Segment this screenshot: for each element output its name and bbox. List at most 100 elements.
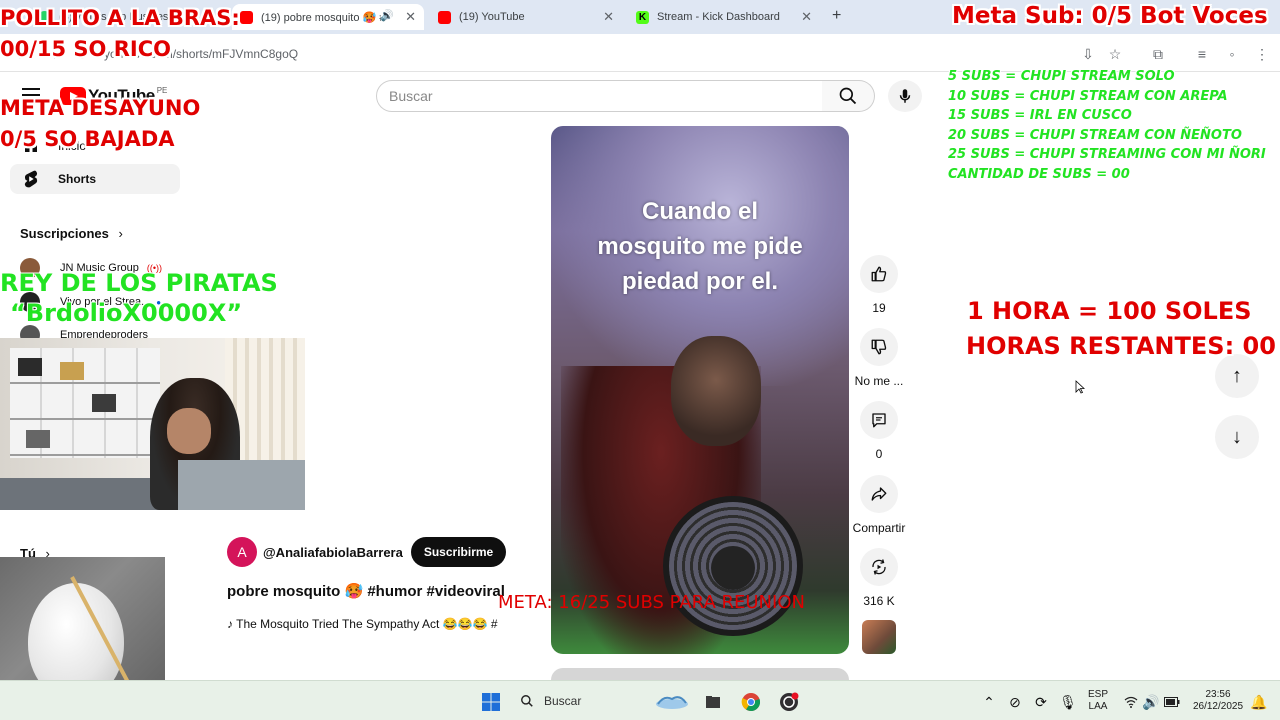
windows-taskbar: Buscar ⌃ ⊘ ⟳ 🎙 ESP LAA 🔊 23:56 26/12/202… xyxy=(0,680,1280,720)
remix-icon xyxy=(872,559,886,575)
remix-count: 316 K xyxy=(863,594,895,608)
sync-icon[interactable]: ⟳ xyxy=(1030,691,1052,713)
webcam-streamer-face xyxy=(167,408,211,454)
webcam-laptop xyxy=(178,460,305,510)
tab-title: (19) YouTube xyxy=(459,11,525,23)
new-tab-icon[interactable]: + xyxy=(832,7,841,25)
overlay-meta-desayuno: META DESAYUNO 0/5 SO BAJADA xyxy=(0,93,200,155)
music-label: The Mosquito Tried The Sympathy Act 😂😂😂 … xyxy=(236,617,498,631)
wifi-icon[interactable] xyxy=(1120,691,1142,713)
voice-search-button[interactable] xyxy=(888,80,922,112)
microphone-tray-icon[interactable]: 🎙 xyxy=(1057,691,1079,713)
overlay-line: 15 SUBS = IRL EN CUSCO xyxy=(948,108,1132,124)
more-menu-icon[interactable]: ⋮ xyxy=(1254,46,1270,62)
overlay-line: 0/5 SO BAJADA xyxy=(0,127,175,151)
search-box xyxy=(376,80,823,112)
tab-kick-dashboard[interactable]: K Stream - Kick Dashboard ✕ xyxy=(628,4,820,30)
overlay-pollito-goal: POLLITO A LA BRAS: 00/15 SO RICO xyxy=(0,3,240,65)
share-button[interactable] xyxy=(860,475,898,513)
windows-start-icon[interactable] xyxy=(480,691,502,713)
search-icon xyxy=(839,87,857,105)
webcam-item xyxy=(18,358,42,376)
widgets-icon[interactable] xyxy=(652,691,692,713)
overlay-line: POLLITO A LA BRAS: xyxy=(0,6,240,30)
video-fan-hub xyxy=(711,546,755,590)
shorts-icon xyxy=(22,170,40,188)
overlay-line: “BrdolioX0000X” xyxy=(10,299,243,327)
kick-icon: K xyxy=(636,10,649,24)
arrow-down-icon: ↓ xyxy=(1232,425,1242,448)
tab-title: Stream - Kick Dashboard xyxy=(657,11,780,23)
show-hidden-icons[interactable]: ⌃ xyxy=(978,691,1000,713)
tab-pobre-mosquito[interactable]: (19) pobre mosquito 🥵 #h 🔊 ✕ xyxy=(232,4,424,30)
music-note-icon: ♪ xyxy=(227,617,237,631)
webcam-item xyxy=(26,430,50,448)
microphone-icon xyxy=(899,89,911,103)
chrome-icon[interactable] xyxy=(740,691,762,713)
profile-icon[interactable]: ◦ xyxy=(1224,46,1240,62)
clock[interactable]: 23:56 26/12/2025 xyxy=(1190,689,1246,713)
overlay-subs-goals: 5 SUBS = CHUPI STREAM SOLO 10 SUBS = CHU… xyxy=(948,67,1266,185)
bookmark-star-icon[interactable]: ☆ xyxy=(1107,46,1123,62)
taskbar-search[interactable]: Buscar xyxy=(512,688,642,714)
close-tab-icon[interactable]: ✕ xyxy=(405,9,416,25)
sound-thumbnail[interactable] xyxy=(862,620,896,654)
share-icon xyxy=(871,487,887,501)
remix-button[interactable] xyxy=(860,548,898,586)
like-button[interactable] xyxy=(860,255,898,293)
close-tab-icon[interactable]: ✕ xyxy=(801,9,812,25)
sidebar-item-shorts[interactable]: Shorts xyxy=(10,164,180,194)
share-action[interactable]: Compartir xyxy=(852,475,906,535)
overlay-line: 10 SUBS = CHUPI STREAM CON AREPA xyxy=(948,88,1228,104)
youtube-icon xyxy=(240,10,253,24)
overlay-line: 00/15 SO RICO xyxy=(0,37,171,61)
overlay-line: REY DE LOS PIRATAS xyxy=(0,269,278,297)
install-app-icon[interactable]: ⇩ xyxy=(1080,46,1096,62)
close-tab-icon[interactable]: ✕ xyxy=(603,9,614,25)
speaker-icon[interactable]: 🔊 xyxy=(380,9,394,22)
subscriptions-label: Suscripciones xyxy=(20,226,109,241)
overlay-rey-piratas: REY DE LOS PIRATAS “BrdolioX0000X” xyxy=(0,268,278,328)
dislike-action[interactable]: No me ... xyxy=(852,328,906,388)
short-video-player[interactable]: Cuando el mosquito me pide piedad por el… xyxy=(551,126,849,654)
channel-avatar[interactable]: A xyxy=(227,537,257,567)
overlay-line: HORAS RESTANTES: 00 xyxy=(966,332,1276,360)
subscribe-button[interactable]: Suscribirme xyxy=(410,537,507,567)
volume-icon[interactable]: 🔊 xyxy=(1140,691,1162,713)
subscriptions-title[interactable]: Suscripciones › xyxy=(20,226,123,241)
language-code: ESP xyxy=(1088,689,1109,700)
like-count: 19 xyxy=(872,301,886,315)
search-icon xyxy=(521,695,533,707)
overlay-line: 1 HORA = 100 SOLES xyxy=(967,297,1252,325)
comments-action[interactable]: 0 xyxy=(852,401,906,461)
chevron-right-icon: › xyxy=(118,226,123,241)
overlay-line: 5 SUBS = CHUPI STREAM SOLO xyxy=(948,69,1175,84)
extensions-icon[interactable]: ⧉ xyxy=(1150,46,1166,62)
short-music[interactable]: ♪ The Mosquito Tried The Sympathy Act 😂😂… xyxy=(227,617,498,631)
tab-youtube[interactable]: (19) YouTube ✕ xyxy=(430,4,622,30)
sidebar-item-label: Shorts xyxy=(58,172,97,186)
video-caption: Cuando el mosquito me pide piedad por el… xyxy=(551,194,849,299)
dislike-button[interactable] xyxy=(860,328,898,366)
media-control-icon[interactable]: ≡ xyxy=(1194,46,1210,62)
clock-time: 23:56 xyxy=(1205,689,1231,700)
like-action[interactable]: 19 xyxy=(852,255,906,315)
input-language[interactable]: ESP LAA xyxy=(1088,689,1108,713)
overlay-line: 25 SUBS = CHUPI STREAMING CON MI ÑORI xyxy=(948,147,1266,163)
remix-action[interactable]: 316 K xyxy=(852,548,906,608)
search-input[interactable] xyxy=(377,81,822,111)
next-short-button[interactable]: ↓ xyxy=(1215,415,1259,459)
comments-button[interactable] xyxy=(860,401,898,439)
mouse-cursor-icon xyxy=(1075,380,1085,394)
battery-icon[interactable] xyxy=(1161,691,1183,713)
short-title[interactable]: pobre mosquito 🥵 #humor #videoviral xyxy=(227,582,505,600)
channel-name[interactable]: @AnaliafabiolaBarrera xyxy=(263,545,403,560)
short-channel-row: A @AnaliafabiolaBarrera Suscribirme xyxy=(227,537,507,567)
taskbar-search-label: Buscar xyxy=(544,694,582,708)
notifications-icon[interactable]: 🔔 xyxy=(1248,691,1270,713)
search-button[interactable] xyxy=(822,80,875,112)
network-off-icon[interactable]: ⊘ xyxy=(1004,691,1026,713)
obs-icon[interactable] xyxy=(778,691,800,713)
webcam-item xyxy=(60,362,84,380)
file-explorer-icon[interactable] xyxy=(702,691,724,713)
